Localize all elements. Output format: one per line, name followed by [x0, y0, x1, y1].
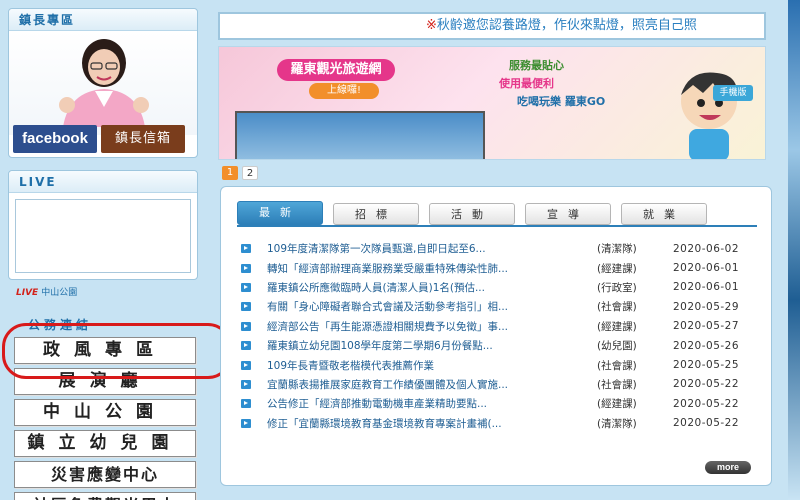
arrow-bullet-icon — [241, 379, 251, 389]
banner-pager-2[interactable]: 2 — [242, 166, 258, 180]
news-item-dept: (經建課) — [597, 320, 637, 333]
news-item[interactable]: 109年長青暨敬老楷模代表推薦作業 (社會課) 2020-05-25 — [241, 355, 765, 374]
link-kindergarten[interactable]: 鎮立幼兒園 — [14, 430, 196, 457]
marquee-content: ※秋齡邀您認養路燈，作伙來點燈，照亮自己照 — [426, 14, 697, 38]
arrow-bullet-icon — [241, 341, 251, 351]
arrow-bullet-icon — [241, 399, 251, 409]
news-item-dept: (經建課) — [597, 398, 637, 411]
news-item-title[interactable]: 羅東鎮立幼兒園108學年度第二學期6月份餐點... — [267, 338, 597, 353]
news-item[interactable]: 轉知「經濟部辦理商業服務業受嚴重特殊傳染性肺... (經建課) 2020-06-01 — [241, 258, 765, 277]
news-panel: 最新 招標 活動 宣導 就業 109年度清潔隊第一次隊員甄選,自即日起至6...… — [220, 186, 772, 486]
arrow-bullet-icon — [241, 418, 251, 428]
news-item-date: 2020-05-22 — [673, 397, 740, 410]
tab-jobs[interactable]: 就業 — [621, 203, 707, 225]
banner-slogans: 服務最貼心 使用最便利 吃喝玩樂 羅東GO — [489, 57, 605, 111]
tourism-banner[interactable]: 羅東觀光旅遊網 上線囉! 服務最貼心 使用最便利 吃喝玩樂 羅東GO 手機版 — [218, 46, 766, 160]
banner-screenshot-image — [235, 111, 485, 159]
news-item-dept: (社會課) — [597, 359, 637, 372]
news-item-title[interactable]: 公告修正「經濟部推動電動機車產業精助要點... — [267, 396, 597, 411]
tab-tender[interactable]: 招標 — [333, 203, 419, 225]
news-item[interactable]: 公告修正「經濟部推動電動機車產業精助要點... (經建課) 2020-05-22 — [241, 394, 765, 413]
news-item[interactable]: 羅東鎮立幼兒園108學年度第二學期6月份餐點... (幼兒園) 2020-05-26 — [241, 336, 765, 355]
live-panel-title: LIVE — [9, 171, 197, 193]
news-item-dept: (行政室) — [597, 281, 637, 294]
news-item-dept: (幼兒園) — [597, 340, 637, 353]
news-item[interactable]: 有關「身心障礙者聯合式會議及活動參考指引」相... (社會課) 2020-05-29 — [241, 297, 765, 316]
right-edge-image — [788, 0, 800, 500]
news-item-dept: (經建課) — [597, 262, 637, 275]
news-list: 109年度清潔隊第一次隊員甄選,自即日起至6... (清潔隊) 2020-06-02… — [241, 239, 765, 433]
news-item[interactable]: 宜蘭縣表揚推展家庭教育工作績優團體及個人實施... (社會課) 2020-05-22 — [241, 375, 765, 394]
news-item-title[interactable]: 修正「宜蘭縣環境教育基金環境教育專案計畫補(... — [267, 416, 597, 431]
facebook-button[interactable]: facebook — [13, 125, 97, 153]
tab-promotion[interactable]: 宣導 — [525, 203, 611, 225]
news-item[interactable]: 109年度清潔隊第一次隊員甄選,自即日起至6... (清潔隊) 2020-06-02 — [241, 239, 765, 258]
mayor-photo[interactable] — [9, 31, 197, 135]
banner-slogan-3: 吃喝玩樂 羅東GO — [517, 95, 606, 108]
news-item-title[interactable]: 羅東鎮公所應徵臨時人員(清潔人員)1名(預估... — [267, 280, 597, 295]
news-item-date: 2020-05-27 — [673, 320, 740, 333]
news-item-date: 2020-06-01 — [673, 281, 740, 294]
tab-events[interactable]: 活動 — [429, 203, 515, 225]
link-free-bus[interactable]: 社區免費觀光巴士 — [14, 492, 196, 500]
banner-pager: 1 2 — [222, 166, 258, 180]
news-item-dept: (清潔隊) — [597, 417, 637, 430]
live-panel: LIVE — [8, 170, 198, 280]
news-item-date: 2020-05-25 — [673, 359, 740, 372]
news-item-title[interactable]: 有關「身心障礙者聯合式會議及活動參考指引」相... — [267, 299, 597, 314]
news-item-title[interactable]: 109年度清潔隊第一次隊員甄選,自即日起至6... — [267, 241, 597, 256]
arrow-bullet-icon — [241, 360, 251, 370]
banner-title: 羅東觀光旅遊網 — [277, 59, 395, 81]
link-zhongshan-park[interactable]: 中山公園 — [14, 399, 196, 426]
arrow-bullet-icon — [241, 263, 251, 273]
live-badge: LIVE — [16, 288, 39, 298]
news-item-title[interactable]: 轉知「經濟部辦理商業服務業受嚴重特殊傳染性肺... — [267, 261, 597, 276]
link-disaster-center[interactable]: 災害應變中心 — [14, 461, 196, 488]
arrow-bullet-icon — [241, 302, 251, 312]
news-item-dept: (社會課) — [597, 378, 637, 391]
live-video-player[interactable] — [15, 199, 191, 273]
news-item-dept: (社會課) — [597, 301, 637, 314]
news-item-date: 2020-05-26 — [673, 339, 740, 352]
news-item-title[interactable]: 經濟部公告「再生能源憑證相關規費予以免徵」事... — [267, 319, 597, 334]
tab-latest[interactable]: 最新 — [237, 201, 323, 225]
mayor-buttons: facebook 鎮長信箱 — [13, 125, 185, 153]
left-column: 鎮長專區 facebook 鎮長信箱 LIVE LIVE中山公園 公務連結 政 — [8, 8, 198, 500]
arrow-bullet-icon — [241, 244, 251, 254]
marquee-mark: ※ — [426, 18, 437, 33]
news-tabs: 最新 招標 活動 宣導 就業 — [237, 201, 707, 225]
news-item-title[interactable]: 宜蘭縣表揚推展家庭教育工作績優團體及個人實施... — [267, 377, 597, 392]
mayor-mailbox-button[interactable]: 鎮長信箱 — [101, 125, 185, 153]
news-item-date: 2020-05-22 — [673, 378, 740, 391]
banner-mobile-tag: 手機版 — [713, 85, 753, 101]
arrow-bullet-icon — [241, 321, 251, 331]
mayor-panel: 鎮長專區 facebook 鎮長信箱 — [8, 8, 198, 158]
mayor-panel-title: 鎮長專區 — [9, 9, 197, 31]
news-item[interactable]: 修正「宜蘭縣環境教育基金環境教育專案計畫補(... (清潔隊) 2020-05-22 — [241, 414, 765, 433]
more-button[interactable]: more — [705, 461, 751, 474]
tab-underline — [237, 225, 757, 227]
marquee-text: 秋齡邀您認養路燈，作伙來點燈，照亮自己照 — [436, 18, 697, 33]
news-item-title[interactable]: 109年長青暨敬老楷模代表推薦作業 — [267, 358, 597, 373]
banner-slogan-2: 使用最便利 — [499, 77, 554, 90]
mayor-portrait-icon — [59, 39, 149, 127]
mascot-boy-icon — [681, 72, 738, 159]
news-item-date: 2020-06-02 — [673, 242, 740, 255]
banner-pager-1[interactable]: 1 — [222, 166, 238, 180]
news-item[interactable]: 經濟部公告「再生能源憑證相關規費予以免徵」事... (經建課) 2020-05-27 — [241, 317, 765, 336]
arrow-bullet-icon — [241, 282, 251, 292]
banner-subtitle: 上線囉! — [309, 83, 379, 99]
live-caption-text: 中山公園 — [41, 288, 78, 298]
news-item-date: 2020-05-29 — [673, 300, 740, 313]
news-item-date: 2020-06-01 — [673, 262, 740, 275]
news-item[interactable]: 羅東鎮公所應徵臨時人員(清潔人員)1名(預估... (行政室) 2020-06-01 — [241, 278, 765, 297]
live-caption[interactable]: LIVE 中山公園 — [16, 285, 198, 298]
news-item-date: 2020-05-22 — [673, 417, 740, 430]
banner-slogan-1: 服務最貼心 — [509, 59, 564, 72]
highlight-annotation — [2, 323, 232, 379]
announcement-marquee[interactable]: ※秋齡邀您認養路燈，作伙來點燈，照亮自己照 — [218, 12, 766, 40]
news-item-dept: (清潔隊) — [597, 243, 637, 256]
